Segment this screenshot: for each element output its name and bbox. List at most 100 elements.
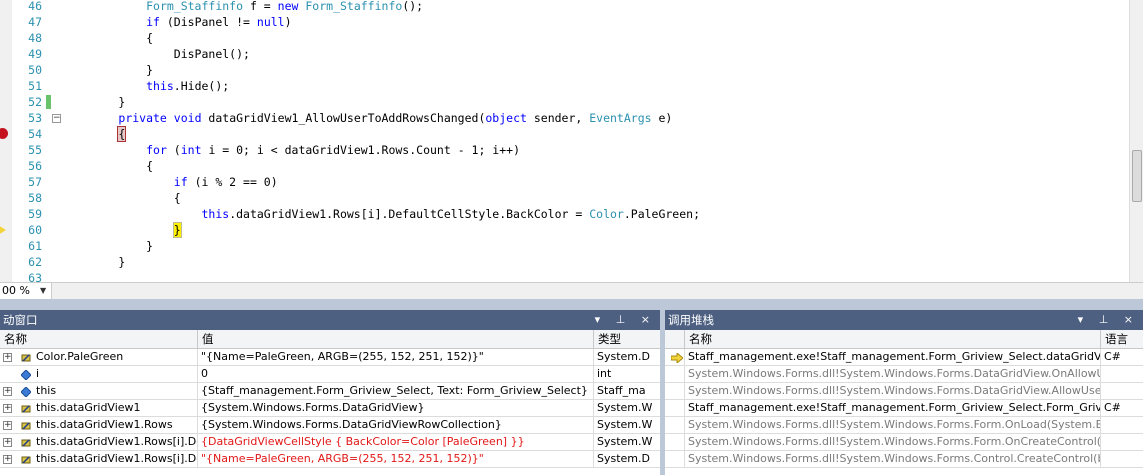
call-stack-title-bar[interactable]: 调用堆栈 ▾ ⊥ × [665,310,1143,330]
line-number: 56 [28,159,42,173]
expand-icon[interactable]: + [3,421,12,430]
value-cell[interactable]: "{Name=PaleGreen, ARGB=(255, 152, 251, 1… [198,349,594,365]
autos-row[interactable]: + this {Staff_management.Form_Griview_Sele… [0,383,660,400]
code-line: 53 − private void dataGridView1_AllowUser… [0,110,1130,126]
call-stack-frame[interactable]: Staff_management.exe!Staff_management.Fo… [665,400,1143,417]
expand-icon[interactable]: + [3,455,12,464]
column-header-language[interactable]: 语言 [1101,330,1143,349]
variable-name: this.dataGridView1.Rows[i].Def [36,452,198,465]
call-stack-frame[interactable]: System.Windows.Forms.dll!System.Windows.… [665,451,1143,468]
code-token: } [63,255,126,269]
code-token: } [63,95,126,109]
code-token: DisPanel(); [63,47,250,61]
scrollbar-thumb[interactable] [1132,150,1142,202]
column-header-name[interactable]: 名称 [0,330,198,349]
value-cell[interactable]: "{Name=PaleGreen, ARGB=(255, 152, 251, 1… [198,451,594,467]
value-cell[interactable]: {System.Windows.Forms.DataGridView} [198,400,594,416]
line-number: 48 [28,31,42,45]
code-line: 48 { [0,30,1130,46]
editor-vertical-scrollbar[interactable] [1129,0,1143,282]
autos-row[interactable]: + Color.PaleGreen "{Name=PaleGreen, ARGB=(… [0,349,660,366]
code-text[interactable]: if (DisPanel != null) [63,14,291,30]
code-text[interactable]: private void dataGridView1_AllowUserToAd… [63,110,672,126]
code-line: 50 } [0,62,1130,78]
code-text[interactable]: } [63,238,153,254]
autos-row[interactable]: + this.dataGridView1.Rows[i].Def {DataGrid… [0,434,660,451]
call-stack-frame[interactable]: System.Windows.Forms.dll!System.Windows.… [665,417,1143,434]
code-text[interactable]: } [63,62,153,78]
frame-language-cell [1101,434,1143,450]
code-text[interactable]: if (i % 2 == 0) [63,174,278,190]
code-text[interactable]: } [63,254,125,270]
code-token: for [146,143,167,157]
expand-icon[interactable]: + [3,387,12,396]
autos-row[interactable]: i 0 int [0,366,660,383]
frame-name-cell: System.Windows.Forms.dll!System.Windows.… [685,417,1101,433]
code-token: (DisPanel != [159,15,257,29]
value-cell[interactable]: {System.Windows.Forms.DataGridViewRowCol… [198,417,594,433]
call-stack-frame[interactable]: Staff_management.exe!Staff_management.Fo… [665,349,1143,366]
expand-icon[interactable]: + [3,353,12,362]
code-token: sender, [526,111,590,125]
column-header-value[interactable]: 值 [198,330,594,349]
line-number: 50 [28,63,42,77]
horizontal-splitter[interactable] [0,299,1143,310]
column-header-name[interactable]: 名称 [685,330,1101,349]
value-cell[interactable]: {DataGridViewCellStyle { BackColor=Color… [198,434,594,450]
collapse-toggle-icon[interactable]: − [52,114,61,123]
line-number: 46 [28,0,42,13]
value-cell[interactable]: {Staff_management.Form_Griview_Select, T… [198,383,594,399]
code-text[interactable]: this.dataGridView1.Rows[i].DefaultCellSt… [63,206,700,222]
autos-row[interactable]: + this.dataGridView1.Rows {System.Windows.… [0,417,660,434]
line-number: 49 [28,47,42,61]
autos-row[interactable]: + this.dataGridView1.Rows[i].Def "{Name=Pa… [0,451,660,468]
call-stack-frame[interactable]: System.Windows.Forms.dll!System.Windows.… [665,383,1143,400]
autos-window-title: 动窗口 [3,313,38,327]
field-icon [21,352,31,362]
code-text[interactable]: { [63,158,153,174]
call-stack-title: 调用堆栈 [668,313,714,327]
column-header-type[interactable]: 类型 [594,330,660,349]
name-cell: + this.dataGridView1.Rows[i].Def [0,434,198,450]
value-cell[interactable]: 0 [198,366,594,382]
autos-header: 名称 值 类型 [0,330,660,349]
call-stack-frame[interactable]: System.Windows.Forms.dll!System.Windows.… [665,434,1143,451]
window-controls[interactable]: ▾ ⊥ × [595,310,656,330]
expand-icon[interactable]: + [3,438,12,447]
chevron-down-icon[interactable]: ▼ [40,283,46,299]
code-text[interactable]: Form_Staffinfo f = new Form_Staffinfo(); [63,0,423,14]
breakpoint-icon[interactable] [0,128,8,139]
frame-name-cell: Staff_management.exe!Staff_management.Fo… [685,400,1101,416]
code-text[interactable]: this.Hide(); [63,78,229,94]
code-text[interactable]: { [63,126,127,142]
code-text[interactable]: { [63,30,153,46]
expand-icon[interactable]: + [3,404,12,413]
code-text[interactable]: } [63,222,182,238]
zoom-level-select[interactable]: 00 % ▼ [0,283,52,299]
code-token: dataGridView1_AllowUserToAddRowsChanged( [201,111,486,125]
code-text[interactable]: for (int i = 0; i < dataGridView1.Rows.C… [63,142,520,158]
code-token: object [485,111,527,125]
local-variable-icon [20,369,32,381]
frame-name-cell: Staff_management.exe!Staff_management.Fo… [685,349,1101,365]
call-stack-rows: Staff_management.exe!Staff_management.Fo… [665,349,1143,468]
call-stack-frame[interactable]: System.Windows.Forms.dll!System.Windows.… [665,366,1143,383]
code-token: { [63,31,154,45]
code-text[interactable]: { [63,190,181,206]
code-editor[interactable]: 46 Form_Staffinfo f = new Form_Staffinfo… [0,0,1143,282]
autos-window-title-bar[interactable]: 动窗口 ▾ ⊥ × [0,310,660,330]
frame-name-cell: System.Windows.Forms.dll!System.Windows.… [685,451,1101,467]
code-token: { [117,126,127,142]
autos-row[interactable]: + this.dataGridView1 {System.Windows.Forms… [0,400,660,417]
field-icon [21,454,31,464]
code-text[interactable]: DisPanel(); [63,46,250,62]
code-text[interactable]: } [63,94,125,110]
line-number: 61 [28,239,42,253]
code-token: if [146,15,160,29]
current-frame-arrow-icon [670,351,684,365]
window-controls[interactable]: ▾ ⊥ × [1078,310,1139,330]
line-number: 59 [28,207,42,221]
